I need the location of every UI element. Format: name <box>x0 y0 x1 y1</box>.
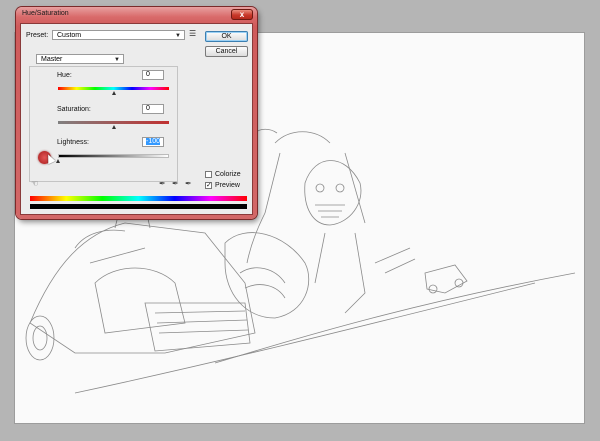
preview-label: Preview <box>215 182 240 189</box>
adjustment-group <box>29 66 178 182</box>
saturation-label: Saturation: <box>57 106 91 113</box>
preset-value: Custom <box>57 32 82 39</box>
preset-select[interactable]: Custom ▼ <box>52 30 185 40</box>
colorize-label: Colorize <box>215 171 241 178</box>
output-spectrum-bar <box>30 204 247 209</box>
hue-label: Hue: <box>57 72 72 79</box>
dialog-client-area: Preset: Custom ▼ ☰ OK Cancel Master ▼ Hu… <box>21 24 252 214</box>
hue-slider-thumb[interactable] <box>111 91 116 95</box>
hue-saturation-dialog[interactable]: Hue/Saturation x Preset: Custom ▼ ☰ OK C… <box>16 7 257 219</box>
colorize-checkbox[interactable] <box>205 171 212 178</box>
close-button[interactable]: x <box>231 9 253 20</box>
lightness-label: Lightness: <box>57 139 89 146</box>
hue-input[interactable]: 0 <box>142 70 164 80</box>
channel-select[interactable]: Master ▼ <box>36 54 124 64</box>
dropdown-arrow-icon: ▼ <box>114 57 120 63</box>
eyedropper-icon[interactable]: ✒ <box>159 179 166 188</box>
hue-value: 0 <box>146 71 150 78</box>
ok-button[interactable]: OK <box>205 31 248 42</box>
preview-checkbox[interactable]: ✓ <box>205 182 212 189</box>
saturation-input[interactable]: 0 <box>142 104 164 114</box>
saturation-slider-track[interactable] <box>58 121 169 124</box>
hue-slider-track[interactable] <box>58 87 169 90</box>
cancel-button[interactable]: Cancel <box>205 46 248 57</box>
close-icon: x <box>239 10 245 19</box>
preset-options-icon[interactable]: ☰ <box>189 29 196 38</box>
lightness-value: -100 <box>146 138 161 145</box>
eyedropper-minus-icon[interactable]: ✒ <box>185 179 192 188</box>
preset-label: Preset: <box>26 32 49 39</box>
preview-check-mark: ✓ <box>206 182 212 189</box>
eyedropper-plus-icon[interactable]: ✒ <box>172 179 179 188</box>
saturation-slider-thumb[interactable] <box>111 125 116 129</box>
lightness-slider-track[interactable] <box>58 154 169 158</box>
dropdown-arrow-icon: ▼ <box>175 33 181 39</box>
channel-value: Master <box>41 56 63 63</box>
input-spectrum-bar <box>30 196 247 201</box>
lightness-slider-thumb[interactable] <box>56 159 60 163</box>
saturation-value: 0 <box>146 105 150 112</box>
dialog-title: Hue/Saturation <box>22 10 69 17</box>
lightness-input[interactable]: -100 <box>142 137 164 147</box>
hand-adjust-icon[interactable]: ☜ <box>31 179 38 188</box>
